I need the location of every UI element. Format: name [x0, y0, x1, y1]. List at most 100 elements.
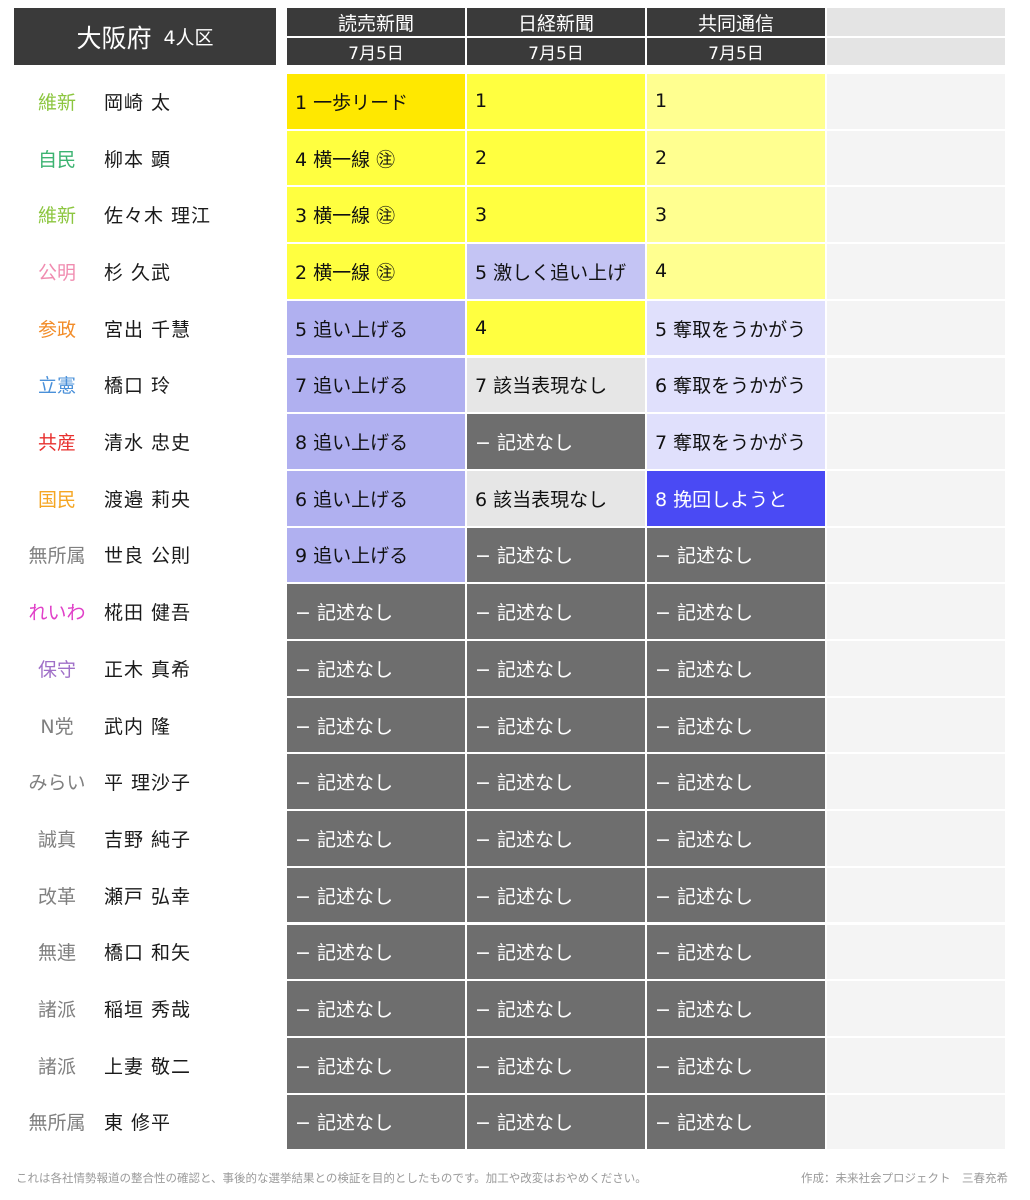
- forecast-cell: 1: [467, 74, 645, 129]
- forecast-cell: 2: [467, 130, 645, 186]
- empty-column-cell: [827, 1037, 1005, 1093]
- empty-column-cell: [827, 924, 1005, 980]
- forecast-cell: − 記述なし: [287, 697, 465, 753]
- forecast-cell: − 記述なし: [467, 584, 645, 639]
- party-label: 公明: [37, 261, 76, 284]
- party-label: 参政: [37, 318, 76, 341]
- candidate-name: 佐々木 理江: [104, 205, 212, 228]
- party-label: 諸派: [37, 1055, 76, 1078]
- forecast-cell: 3: [647, 187, 825, 243]
- forecast-cell: 2 横一線 ㊟: [287, 244, 465, 299]
- column-header-date: 7月5日: [467, 38, 645, 65]
- party-label: 立憲: [37, 375, 76, 398]
- forecast-cell: − 記述なし: [287, 867, 465, 923]
- column-header-name: 読売新聞: [287, 8, 465, 36]
- party-label: 無所属: [28, 1112, 86, 1135]
- seat-count: 4人区: [163, 27, 214, 49]
- column-header-date: 7月5日: [287, 38, 465, 65]
- candidate-name: 杉 久武: [104, 261, 172, 284]
- party-label: れいわ: [28, 602, 86, 625]
- candidate-name: 宮出 千慧: [104, 318, 192, 341]
- forecast-cell: 8 挽回しようと: [647, 470, 825, 526]
- candidate-name: 稲垣 秀哉: [104, 999, 192, 1022]
- forecast-cell: 1: [647, 74, 825, 129]
- forecast-cell: − 記述なし: [287, 1094, 465, 1150]
- forecast-cell: − 記述なし: [287, 811, 465, 866]
- empty-column-cell: [827, 414, 1005, 469]
- empty-column-cell: [827, 470, 1005, 526]
- forecast-cell: 7 該当表現なし: [467, 357, 645, 413]
- forecast-cell: 3: [467, 187, 645, 243]
- forecast-cell: 8 追い上げる: [287, 414, 465, 469]
- empty-column-cell: [827, 244, 1005, 299]
- empty-column-cell: [827, 811, 1005, 866]
- empty-column-cell: [827, 357, 1005, 413]
- party-label: 国民: [37, 488, 76, 511]
- party-label: 無連: [37, 942, 76, 965]
- forecast-cell: − 記述なし: [467, 867, 645, 923]
- footer-credit: 作成：未来社会プロジェクト 三春充希: [801, 1171, 1008, 1185]
- empty-column-cell: [827, 697, 1005, 753]
- empty-column-cell: [827, 130, 1005, 186]
- empty-column-cell: [827, 187, 1005, 243]
- candidate-name: 正木 真希: [104, 658, 192, 681]
- forecast-cell: 6 奪取をうかがう: [647, 357, 825, 413]
- empty-column-header: [827, 8, 1005, 36]
- candidate-name: 橋口 玲: [104, 375, 172, 398]
- forecast-cell: 4 横一線 ㊟: [287, 130, 465, 186]
- party-label: 共産: [37, 432, 76, 455]
- candidate-name: 橋口 和矢: [104, 942, 192, 965]
- forecast-cell: − 記述なし: [467, 754, 645, 810]
- forecast-cell: 6 追い上げる: [287, 470, 465, 526]
- forecast-cell: − 記述なし: [287, 641, 465, 696]
- forecast-cell: − 記述なし: [467, 414, 645, 469]
- forecast-cell: − 記述なし: [287, 981, 465, 1036]
- forecast-cell: − 記述なし: [647, 1037, 825, 1093]
- candidate-name: 上妻 敬二: [104, 1055, 192, 1078]
- forecast-cell: − 記述なし: [647, 811, 825, 866]
- empty-column-cell: [827, 981, 1005, 1036]
- candidate-name: 渡邉 莉央: [104, 488, 192, 511]
- forecast-cell: 9 追い上げる: [287, 527, 465, 583]
- forecast-cell: 7 奪取をうかがう: [647, 414, 825, 469]
- candidate-name: 平 理沙子: [104, 772, 192, 795]
- column-header-name: 共同通信: [647, 8, 825, 36]
- party-label: 保守: [37, 658, 76, 681]
- party-label: 改革: [37, 885, 76, 908]
- column-header-name: 日経新聞: [467, 8, 645, 36]
- forecast-cell: − 記述なし: [287, 1037, 465, 1093]
- candidate-name: 岡崎 太: [104, 91, 172, 114]
- footer-note: これは各社情勢報道の整合性の確認と、事後的な選挙結果との検証を目的としたものです…: [16, 1171, 647, 1185]
- party-label: 維新: [37, 205, 76, 228]
- party-label: 無所属: [28, 545, 86, 568]
- empty-column-header: [827, 38, 1005, 65]
- forecast-cell: − 記述なし: [467, 981, 645, 1036]
- forecast-cell: 7 追い上げる: [287, 357, 465, 413]
- forecast-cell: − 記述なし: [647, 924, 825, 980]
- forecast-cell: − 記述なし: [467, 697, 645, 753]
- candidate-name: 柳本 顕: [104, 148, 172, 171]
- empty-column-cell: [827, 74, 1005, 129]
- empty-column-cell: [827, 867, 1005, 923]
- forecast-cell: − 記述なし: [467, 811, 645, 866]
- forecast-cell: − 記述なし: [647, 697, 825, 753]
- forecast-cell: 1 一歩リード: [287, 74, 465, 129]
- forecast-cell: 5 追い上げる: [287, 300, 465, 356]
- forecast-cell: − 記述なし: [647, 981, 825, 1036]
- candidate-name: 武内 隆: [104, 715, 172, 738]
- empty-column-cell: [827, 1094, 1005, 1150]
- party-label: 維新: [37, 91, 76, 114]
- forecast-cell: 6 該当表現なし: [467, 470, 645, 526]
- empty-column-cell: [827, 584, 1005, 639]
- empty-column-cell: [827, 641, 1005, 696]
- forecast-cell: 3 横一線 ㊟: [287, 187, 465, 243]
- candidate-name: 瀬戸 弘幸: [104, 885, 192, 908]
- forecast-cell: 5 奪取をうかがう: [647, 300, 825, 356]
- empty-column-cell: [827, 300, 1005, 356]
- forecast-cell: − 記述なし: [647, 867, 825, 923]
- party-label: N党: [40, 715, 74, 738]
- forecast-cell: − 記述なし: [467, 1094, 645, 1150]
- candidate-name: 椛田 健吾: [104, 602, 192, 625]
- forecast-cell: − 記述なし: [647, 527, 825, 583]
- party-label: みらい: [28, 772, 86, 795]
